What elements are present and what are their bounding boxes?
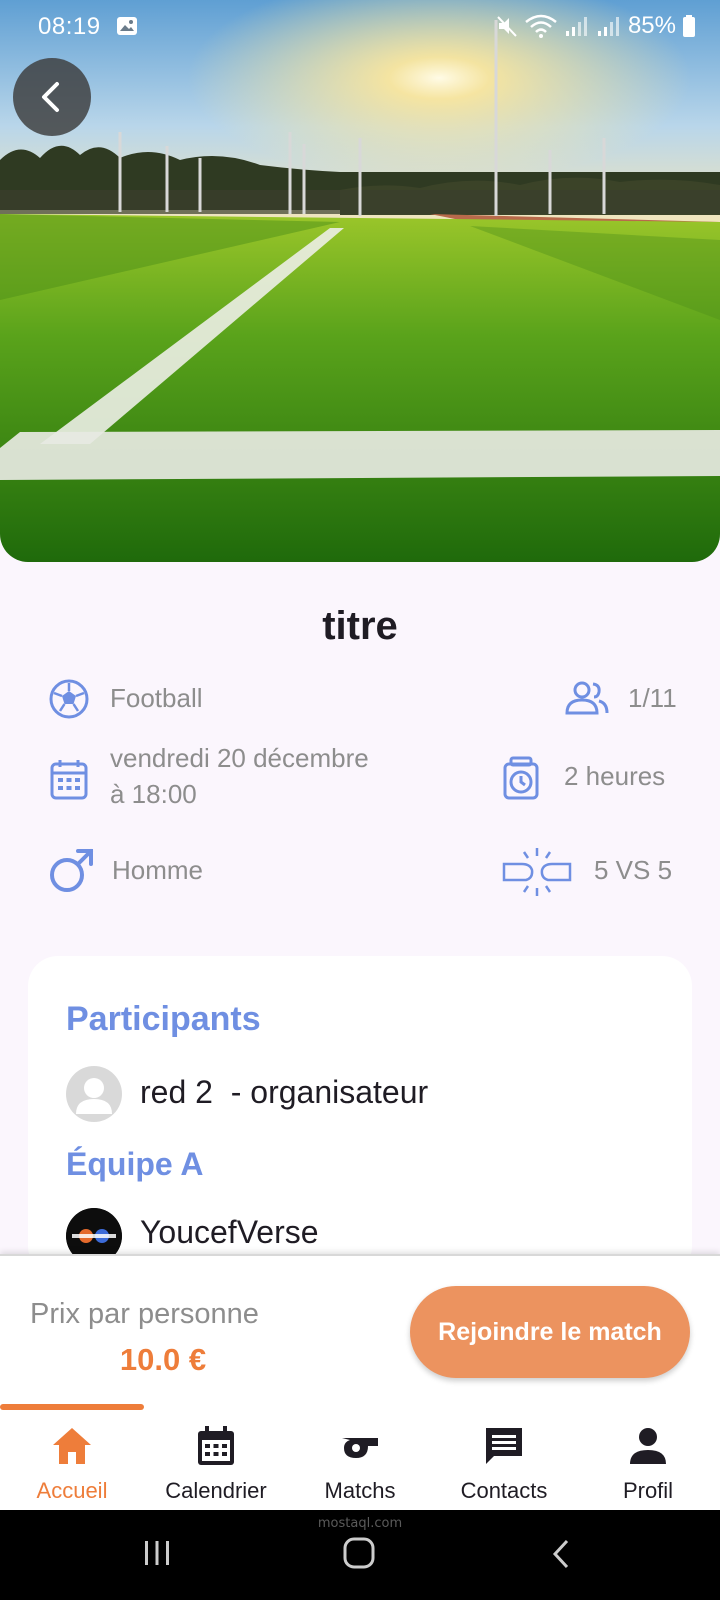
gender-text: Homme xyxy=(112,855,204,885)
signal-icon-2 xyxy=(597,17,619,36)
signal-icon xyxy=(565,17,587,36)
battery-icon xyxy=(683,15,695,37)
watermark: mostaql.com xyxy=(317,1516,403,1531)
price-footer: Prix par personne 10.0 € Rejoindre le ma… xyxy=(0,1254,720,1406)
format-text: 5 VS 5 xyxy=(594,855,673,885)
duration-text: 2 heures xyxy=(564,761,666,791)
sport-text: Football xyxy=(110,683,203,713)
nav-label-matchs: Matchs xyxy=(324,1478,396,1503)
event-title: titre xyxy=(322,604,398,648)
nav-item-calendrier[interactable]: Calendrier xyxy=(144,1402,288,1510)
person-icon xyxy=(630,1428,666,1464)
chevron-left-icon xyxy=(42,82,59,112)
price-value: 10.0 € xyxy=(119,1342,207,1377)
date-line-1: vendredi 20 décembre xyxy=(110,743,369,773)
member-name[interactable]: YoucefVerse xyxy=(140,1214,319,1251)
participants-card: Participants red 2 - organisateur Équipe… xyxy=(28,956,692,1276)
people-icon xyxy=(565,681,609,715)
status-time: 08:19 xyxy=(38,13,101,40)
organizer-name[interactable]: red 2 - organisateur xyxy=(140,1074,428,1111)
chat-icon xyxy=(486,1428,522,1464)
home-icon xyxy=(53,1428,91,1464)
whistle-icon xyxy=(342,1438,378,1458)
organizer-avatar[interactable] xyxy=(66,1066,122,1122)
calendar-icon xyxy=(50,760,88,800)
price-label: Prix par personne xyxy=(30,1298,259,1330)
nav-item-accueil[interactable]: Accueil xyxy=(0,1402,144,1510)
default-avatar-icon xyxy=(76,1078,112,1114)
join-match-button[interactable]: Rejoindre le match xyxy=(410,1286,690,1378)
recent-apps-icon[interactable] xyxy=(142,1538,172,1568)
back-button[interactable] xyxy=(13,58,91,136)
bottom-nav: Accueil Calendrier Matchs Contacts Profi… xyxy=(0,1402,720,1510)
calendar-icon xyxy=(198,1426,234,1465)
soccer-ball-icon xyxy=(49,679,89,719)
status-bar: 08:19 85% xyxy=(0,0,720,52)
fist-bump-icon xyxy=(502,848,572,896)
back-nav-icon[interactable] xyxy=(550,1538,572,1570)
team-a-title: Équipe A xyxy=(66,1146,204,1182)
date-line-2: à 18:00 xyxy=(110,779,197,809)
system-nav-bar: mostaql.com xyxy=(0,1510,720,1600)
male-icon xyxy=(50,849,93,892)
wifi-icon xyxy=(525,14,557,38)
nav-label-profil: Profil xyxy=(622,1478,674,1503)
nav-label-calendrier: Calendrier xyxy=(165,1478,267,1503)
nav-item-profil[interactable]: Profil xyxy=(576,1402,720,1510)
gallery-notification-icon xyxy=(117,17,137,35)
participants-title: Participants xyxy=(66,1000,261,1038)
nav-label-accueil: Accueil xyxy=(36,1478,108,1503)
timer-icon xyxy=(503,756,539,800)
nav-item-matchs[interactable]: Matchs xyxy=(288,1402,432,1510)
home-button-icon[interactable] xyxy=(342,1536,376,1570)
nav-label-contacts: Contacts xyxy=(460,1478,548,1503)
battery-level: 85% xyxy=(627,12,676,39)
mute-icon xyxy=(497,16,517,37)
players-count: 1/11 xyxy=(628,683,677,713)
nav-item-contacts[interactable]: Contacts xyxy=(432,1402,576,1510)
hero-image xyxy=(0,0,720,562)
